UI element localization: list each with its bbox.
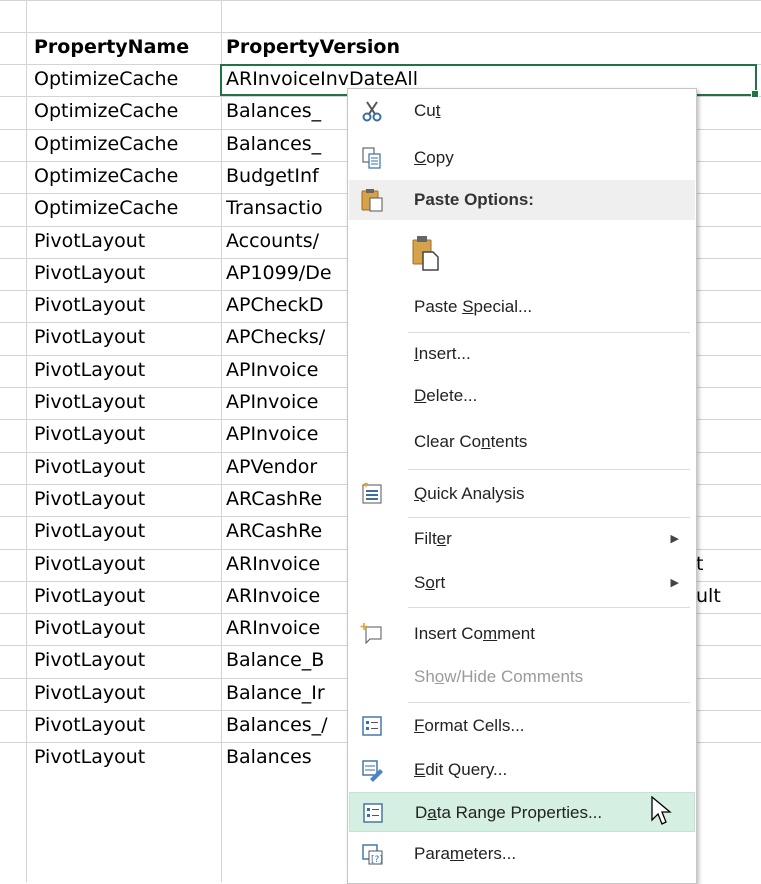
copy-icon [357, 144, 387, 172]
quick-analysis-icon [357, 480, 387, 508]
menu-item-label: Clear Contents [414, 432, 528, 451]
context-menu: Cut Copy Paste Options: Paste Special...… [347, 88, 697, 884]
cell-propertyname[interactable]: PivotLayout [34, 742, 218, 773]
cell-propertyname[interactable]: PivotLayout [34, 258, 218, 289]
data-range-properties-icon [358, 799, 388, 827]
cell-propertyname[interactable]: PivotLayout [34, 290, 218, 321]
paste-icon [409, 233, 443, 273]
menu-item-label: Insert... [414, 344, 471, 363]
column-divider [221, 0, 222, 882]
header-cell-propertyversion[interactable]: PropertyVersion [226, 32, 761, 63]
cell-propertyname[interactable]: OptimizeCache [34, 161, 218, 192]
cell-propertyname[interactable]: PivotLayout [34, 355, 218, 386]
cell-propertyname[interactable]: PivotLayout [34, 678, 218, 709]
cell-propertyname[interactable]: OptimizeCache [34, 96, 218, 127]
cell-propertyname[interactable]: PivotLayout [34, 322, 218, 353]
menu-item-label: Show/Hide Comments [414, 667, 584, 686]
cell-propertyname[interactable]: PivotLayout [34, 452, 218, 483]
submenu-arrow-icon: ▶ [670, 533, 679, 545]
menu-item-label: Quick Analysis [414, 484, 525, 503]
menu-item-insert[interactable]: Insert... [349, 334, 695, 374]
cell-overflow-text: t [696, 553, 704, 575]
menu-separator [408, 607, 690, 608]
menu-item-cut[interactable]: Cut [349, 91, 695, 131]
cell-propertyname[interactable]: PivotLayout [34, 387, 218, 418]
parameters-icon: [?] [357, 840, 387, 868]
svg-text:[?]: [?] [371, 855, 383, 865]
menu-separator [408, 469, 690, 470]
cell-propertyname[interactable]: PivotLayout [34, 549, 218, 580]
menu-item-label: Cut [414, 101, 441, 120]
header-cell-propertyname[interactable]: PropertyName [34, 32, 218, 63]
menu-item-parameters[interactable]: [?] Parameters... [349, 834, 695, 874]
menu-item-label: Format Cells... [414, 716, 525, 735]
menu-item-delete[interactable]: Delete... [349, 376, 695, 416]
menu-item-copy[interactable]: Copy [349, 138, 695, 178]
cell-propertyname[interactable]: PivotLayout [34, 613, 218, 644]
menu-item-edit-query[interactable]: Edit Query... [349, 750, 695, 790]
menu-item-quick-analysis[interactable]: Quick Analysis [349, 474, 695, 514]
mouse-pointer-icon [651, 795, 673, 831]
menu-item-label: Paste Special... [414, 297, 533, 316]
menu-item-label: Sort [414, 573, 446, 592]
scissors-icon [357, 97, 387, 125]
menu-item-label: Delete... [414, 386, 478, 405]
cell-propertyname[interactable]: PivotLayout [34, 645, 218, 676]
menu-item-paste-special[interactable]: Paste Special... [349, 287, 695, 327]
cell-propertyname[interactable]: PivotLayout [34, 484, 218, 515]
cell-propertyname[interactable]: PivotLayout [34, 710, 218, 741]
menu-item-filter[interactable]: Filter ▶ [349, 519, 695, 559]
menu-item-sort[interactable]: Sort ▶ [349, 563, 695, 603]
cell-overflow-text: ult [696, 585, 721, 607]
menu-item-label: Edit Query... [414, 760, 508, 779]
comment-icon [357, 620, 387, 648]
menu-item-label: Data Range Properties... [415, 803, 603, 822]
row-divider [0, 0, 761, 1]
paste-option-keep-source[interactable] [349, 229, 695, 279]
menu-separator [408, 702, 690, 703]
menu-item-show-hide-comments: Show/Hide Comments [349, 657, 695, 697]
menu-item-label: Copy [414, 148, 454, 167]
menu-item-clear-contents[interactable]: Clear Contents [349, 422, 695, 462]
submenu-arrow-icon: ▶ [670, 577, 679, 589]
fill-handle[interactable] [751, 90, 759, 98]
column-divider [26, 0, 27, 882]
menu-item-data-range-properties[interactable]: Data Range Properties... [349, 792, 695, 832]
cell-propertyname[interactable]: OptimizeCache [34, 193, 218, 224]
menu-separator [408, 332, 690, 333]
menu-item-label: Filter [414, 529, 452, 548]
cell-propertyname[interactable]: PivotLayout [34, 581, 218, 612]
cell-propertyname[interactable]: OptimizeCache [34, 64, 218, 95]
cell-propertyname[interactable]: PivotLayout [34, 419, 218, 450]
cell-propertyname[interactable]: OptimizeCache [34, 129, 218, 160]
edit-query-icon [357, 756, 387, 784]
cell-propertyname[interactable]: PivotLayout [34, 226, 218, 257]
cell-propertyname[interactable]: PivotLayout [34, 516, 218, 547]
menu-separator [408, 517, 690, 518]
menu-heading-label: Paste Options: [414, 190, 534, 209]
menu-item-insert-comment[interactable]: Insert Comment [349, 614, 695, 654]
format-cells-icon [357, 712, 387, 740]
menu-item-format-cells[interactable]: Format Cells... [349, 706, 695, 746]
menu-heading-paste-options: Paste Options: [349, 180, 695, 220]
menu-item-label: Insert Comment [414, 624, 535, 643]
menu-item-label: Parameters... [414, 844, 517, 863]
clipboard-icon [357, 186, 387, 214]
